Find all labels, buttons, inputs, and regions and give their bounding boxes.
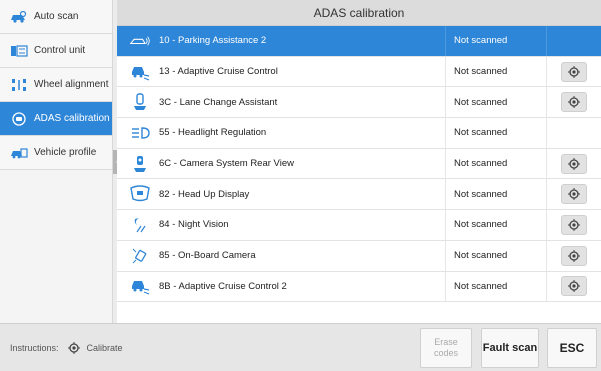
status-text: Not scanned [446, 148, 547, 179]
row-name: 3C - Lane Change Assistant [159, 96, 278, 108]
row-name: 85 - On-Board Camera [159, 250, 256, 262]
onboard-camera-icon [129, 246, 151, 266]
table-row[interactable]: 82 - Head Up Display Not scanned [117, 179, 601, 211]
instructions: Instructions: Calibrate [10, 324, 123, 371]
calibrate-icon [568, 96, 580, 109]
sidebar-item-auto-scan[interactable]: Auto scan [0, 0, 112, 34]
row-name: 55 - Headlight Regulation [159, 127, 267, 139]
calibrate-button[interactable] [561, 214, 587, 235]
wheel-alignment-icon [10, 78, 28, 92]
night-vision-icon [129, 215, 151, 235]
status-text: Not scanned [446, 56, 547, 87]
adas-panel: ADAS calibration 10 - Parking Assistance… [117, 0, 601, 323]
row-name: 6C - Camera System Rear View [159, 158, 294, 170]
table-row[interactable]: 6C - Camera System Rear View Not scanned [117, 148, 601, 180]
sidebar-item-label: Wheel alignment [34, 79, 109, 90]
sidebar-item-label: Auto scan [34, 11, 79, 22]
erase-codes-button[interactable]: Erase codes [420, 328, 472, 368]
calibrate-button[interactable] [561, 92, 587, 113]
headlight-icon [129, 123, 151, 143]
car-scan-icon [10, 10, 28, 24]
table-row[interactable]: 84 - Night Vision Not scanned [117, 210, 601, 241]
status-text: Not scanned [446, 240, 547, 271]
sidebar-item-adas-calibration[interactable]: ADAS calibration [0, 102, 112, 136]
table-row[interactable]: 13 - Adaptive Cruise Control Not scanned [117, 56, 601, 88]
page-title: ADAS calibration [117, 0, 601, 26]
sidebar-item-control-unit[interactable]: Control unit [0, 34, 112, 68]
erase-line-2: codes [433, 348, 459, 358]
cruise-control-icon [129, 276, 151, 296]
calibrate-icon [568, 280, 580, 293]
sidebar-item-vehicle-profile[interactable]: Vehicle profile [0, 136, 112, 170]
lane-change-icon [129, 92, 151, 112]
sidebar-item-label: ADAS calibration [34, 113, 110, 124]
calibrate-icon [568, 65, 580, 78]
control-unit-icon [10, 44, 28, 58]
status-text: Not scanned [446, 118, 547, 148]
footer-toolbar: Instructions: Calibrate Erase codes Fault… [0, 323, 601, 371]
calibrate-button[interactable] [561, 276, 587, 297]
table-row[interactable]: 55 - Headlight Regulation Not scanned [117, 118, 601, 149]
status-text: Not scanned [446, 179, 547, 210]
fault-scan-button[interactable]: Fault scan [481, 328, 539, 368]
esc-button[interactable]: ESC [547, 328, 597, 368]
sidebar-item-label: Control unit [34, 45, 86, 56]
calibrate-button[interactable] [561, 245, 587, 266]
status-text: Not scanned [446, 87, 547, 118]
calibrate-icon [568, 157, 580, 170]
status-text: Not scanned [446, 210, 547, 240]
parking-sensor-icon [129, 31, 151, 51]
table-row[interactable]: 3C - Lane Change Assistant Not scanned [117, 87, 601, 119]
row-name: 84 - Night Vision [159, 219, 229, 231]
calibrate-legend: Calibrate [86, 343, 123, 353]
instructions-label: Instructions: [10, 343, 59, 353]
head-up-display-icon [129, 184, 151, 204]
calibrate-button[interactable] [561, 61, 587, 82]
calibrate-icon [568, 218, 580, 231]
row-name: 10 - Parking Assistance 2 [159, 35, 267, 47]
erase-line-1: Erase [434, 337, 458, 347]
sidebar-item-wheel-alignment[interactable]: Wheel alignment [0, 68, 112, 102]
rear-camera-icon [129, 154, 151, 174]
calibrate-button[interactable] [561, 153, 587, 174]
calibrate-button[interactable] [561, 184, 587, 205]
calibrate-icon [67, 341, 81, 355]
row-name: 82 - Head Up Display [159, 188, 250, 200]
row-name: 13 - Adaptive Cruise Control [159, 66, 278, 78]
sidebar: Auto scan Control unit Wheel alignment A… [0, 0, 113, 323]
vehicle-profile-icon [10, 146, 28, 160]
row-name: 8B - Adaptive Cruise Control 2 [159, 280, 287, 292]
status-text: Not scanned [446, 26, 547, 56]
table-row[interactable]: 85 - On-Board Camera Not scanned [117, 240, 601, 272]
cruise-control-icon [129, 62, 151, 82]
calibrate-icon [568, 249, 580, 262]
calibrate-icon [568, 188, 580, 201]
table-row[interactable]: 8B - Adaptive Cruise Control 2 Not scann… [117, 271, 601, 303]
adas-icon [10, 111, 28, 126]
table-row[interactable]: 10 - Parking Assistance 2 Not scanned [117, 26, 601, 57]
sidebar-item-label: Vehicle profile [34, 147, 97, 158]
status-text: Not scanned [446, 271, 547, 302]
